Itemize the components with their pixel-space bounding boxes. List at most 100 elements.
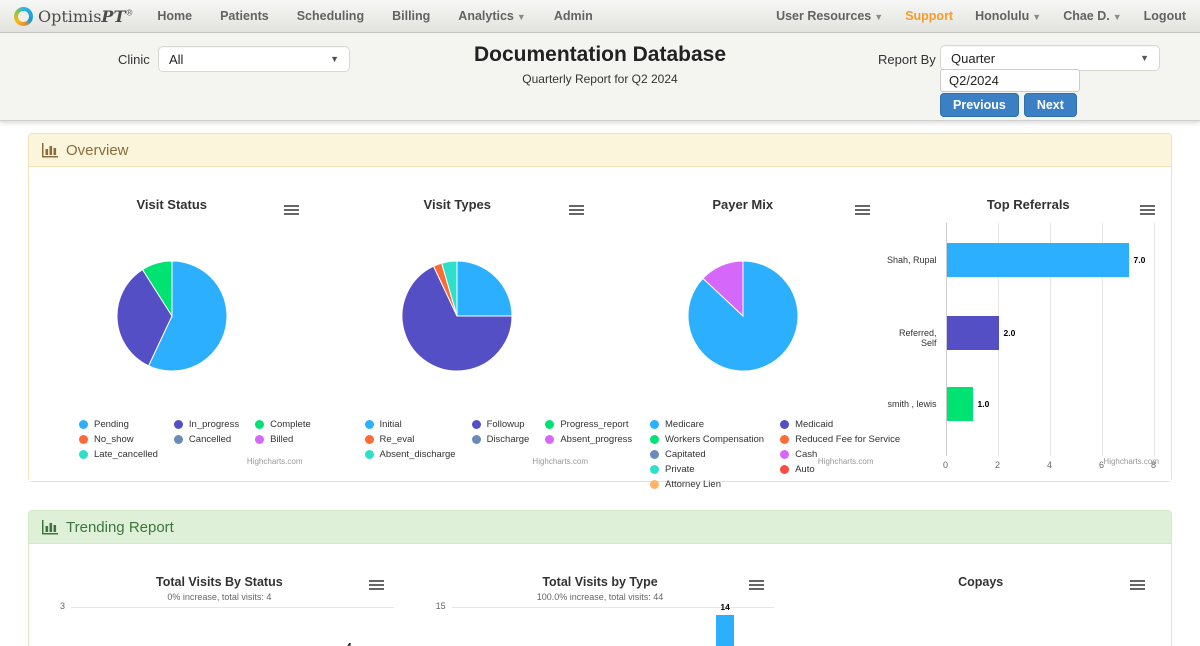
- highcharts-credit-link[interactable]: Highcharts.com: [247, 457, 303, 466]
- legend-label: Cash: [795, 449, 817, 460]
- report-by-select-value: Quarter: [951, 51, 995, 66]
- pie-slice-initial[interactable]: [457, 261, 512, 316]
- category-label: Referred, Self: [886, 328, 937, 348]
- legend-label: Auto: [795, 464, 815, 475]
- chart-title: Visit Status: [29, 197, 315, 212]
- legend-label: Late_cancelled: [94, 449, 158, 460]
- legend-item-discharge[interactable]: Discharge: [472, 434, 530, 445]
- bar-smith-lewis[interactable]: [947, 387, 973, 421]
- legend-label: Complete: [270, 419, 311, 430]
- visit-types-legend: InitialFollowupProgress_reportRe_evalDis…: [365, 419, 633, 460]
- legend-label: In_progress: [189, 419, 239, 430]
- content-area: Overview Visit Status Pending In_progress…: [0, 121, 1200, 646]
- chart-title: Total Visits By Status: [29, 575, 410, 589]
- optimispt-logo[interactable]: OptimisPT®: [14, 7, 133, 26]
- legend-item-complete[interactable]: Complete: [255, 419, 311, 430]
- chart-title: Copays: [790, 575, 1171, 589]
- legend-label: Followup: [487, 419, 525, 430]
- total-visits-by-type-chart: Total Visits by Type 100.0% increase, to…: [410, 544, 791, 646]
- legend-item-no-show[interactable]: No_show: [79, 434, 158, 445]
- legend-label: Pending: [94, 419, 129, 430]
- legend-item-in-progress[interactable]: In_progress: [174, 419, 239, 430]
- legend-dot-icon: [174, 420, 183, 429]
- overview-panel-header: Overview: [29, 134, 1171, 167]
- clinic-select[interactable]: All ▼: [158, 46, 350, 72]
- legend-dot-icon: [650, 465, 659, 474]
- legend-item-attorney-lien[interactable]: Attorney Lien: [650, 479, 764, 490]
- legend-dot-icon: [780, 435, 789, 444]
- legend-dot-icon: [780, 420, 789, 429]
- legend-item-reduced-fee-for-service[interactable]: Reduced Fee for Service: [780, 434, 900, 445]
- nav-item-scheduling[interactable]: Scheduling: [297, 9, 364, 23]
- chart-context-menu-icon[interactable]: [855, 205, 870, 217]
- gridline: [1154, 223, 1155, 456]
- chevron-down-icon: ▼: [1113, 12, 1122, 22]
- visit-types-pie: [401, 260, 513, 377]
- y-axis-tick: 15: [424, 601, 446, 611]
- nav-item-admin[interactable]: Admin: [554, 9, 593, 23]
- chart-subtitle: 100.0% increase, total visits: 44: [410, 592, 791, 602]
- bar-shah-rupal[interactable]: [947, 243, 1129, 277]
- legend-item-medicare[interactable]: Medicare: [650, 419, 764, 430]
- nav-item-user-resources[interactable]: User Resources▼: [776, 9, 883, 23]
- category-label: smith , lewis: [886, 399, 937, 409]
- legend-dot-icon: [255, 435, 264, 444]
- chart-context-menu-icon[interactable]: [569, 205, 584, 217]
- nav-item-billing[interactable]: Billing: [392, 9, 430, 23]
- report-by-select[interactable]: Quarter ▼: [940, 45, 1160, 71]
- chevron-down-icon: ▼: [1032, 12, 1041, 22]
- nav-item-honolulu[interactable]: Honolulu▼: [975, 9, 1041, 23]
- visit-status-pie: [116, 260, 228, 377]
- data-label: 4: [347, 641, 352, 646]
- chart-context-menu-icon[interactable]: [284, 205, 299, 217]
- payer-mix-legend: Medicare Medicaid Workers Compensation Redu…: [650, 419, 900, 490]
- user-nav: User Resources▼ Support Honolulu▼ Chae D.▼ L…: [776, 9, 1186, 23]
- highcharts-credit-link[interactable]: Highcharts.com: [1103, 457, 1159, 466]
- legend-item-medicaid[interactable]: Medicaid: [780, 419, 900, 430]
- page-header: Clinic All ▼ Documentation Database Quar…: [0, 33, 1200, 121]
- chart-context-menu-icon[interactable]: [1130, 580, 1145, 592]
- highcharts-credit-link[interactable]: Highcharts.com: [532, 457, 588, 466]
- legend-item-workers-compensation[interactable]: Workers Compensation: [650, 434, 764, 445]
- legend-label: Private: [665, 464, 695, 475]
- previous-button[interactable]: Previous: [940, 93, 1019, 117]
- legend-label: Cancelled: [189, 434, 231, 445]
- period-input[interactable]: [940, 69, 1080, 92]
- chart-title: Payer Mix: [600, 197, 886, 212]
- column-bar[interactable]: [716, 615, 734, 646]
- legend-item-capitated[interactable]: Capitated: [650, 449, 764, 460]
- legend-item-re-eval[interactable]: Re_eval: [365, 434, 456, 445]
- nav-item-analytics[interactable]: Analytics▼: [458, 9, 526, 23]
- legend-item-followup[interactable]: Followup: [472, 419, 530, 430]
- bar-referred-self[interactable]: [947, 316, 999, 350]
- highcharts-credit-link[interactable]: Highcharts.com: [818, 457, 874, 466]
- nav-item-home[interactable]: Home: [157, 9, 192, 23]
- chart-context-menu-icon[interactable]: [369, 580, 384, 592]
- top-navbar: OptimisPT® Home Patients Scheduling Billing…: [0, 0, 1200, 33]
- next-button[interactable]: Next: [1024, 93, 1077, 117]
- y-axis-tick: 3: [43, 601, 65, 611]
- legend-item-initial[interactable]: Initial: [365, 419, 456, 430]
- chart-context-menu-icon[interactable]: [749, 580, 764, 592]
- chevron-down-icon: ▼: [330, 54, 339, 64]
- chevron-down-icon: ▼: [517, 12, 526, 22]
- nav-item-logout[interactable]: Logout: [1144, 9, 1186, 23]
- legend-item-pending[interactable]: Pending: [79, 419, 158, 430]
- visit-status-legend: Pending In_progress Complete No_show Cancell…: [79, 419, 311, 460]
- visit-types-chart: Visit Types InitialFollowupProgress_repo…: [315, 167, 601, 481]
- legend-item-late-cancelled[interactable]: Late_cancelled: [79, 449, 158, 460]
- nav-item-patients[interactable]: Patients: [220, 9, 269, 23]
- pager-buttons: Previous Next: [940, 93, 1077, 117]
- nav-item-support[interactable]: Support: [905, 9, 953, 23]
- overview-panel-title: Overview: [66, 142, 129, 159]
- legend-item-billed[interactable]: Billed: [255, 434, 311, 445]
- legend-dot-icon: [174, 435, 183, 444]
- nav-item-chae-d-[interactable]: Chae D.▼: [1063, 9, 1121, 23]
- top-referrals-chart: Top Referrals 02468Shah, Rupal7.0Referre…: [886, 167, 1172, 481]
- legend-label: Re_eval: [380, 434, 415, 445]
- report-by-label: Report By: [878, 52, 936, 67]
- legend-dot-icon: [472, 435, 481, 444]
- legend-item-absent-discharge[interactable]: Absent_discharge: [365, 449, 456, 460]
- legend-item-private[interactable]: Private: [650, 464, 764, 475]
- legend-item-cancelled[interactable]: Cancelled: [174, 434, 239, 445]
